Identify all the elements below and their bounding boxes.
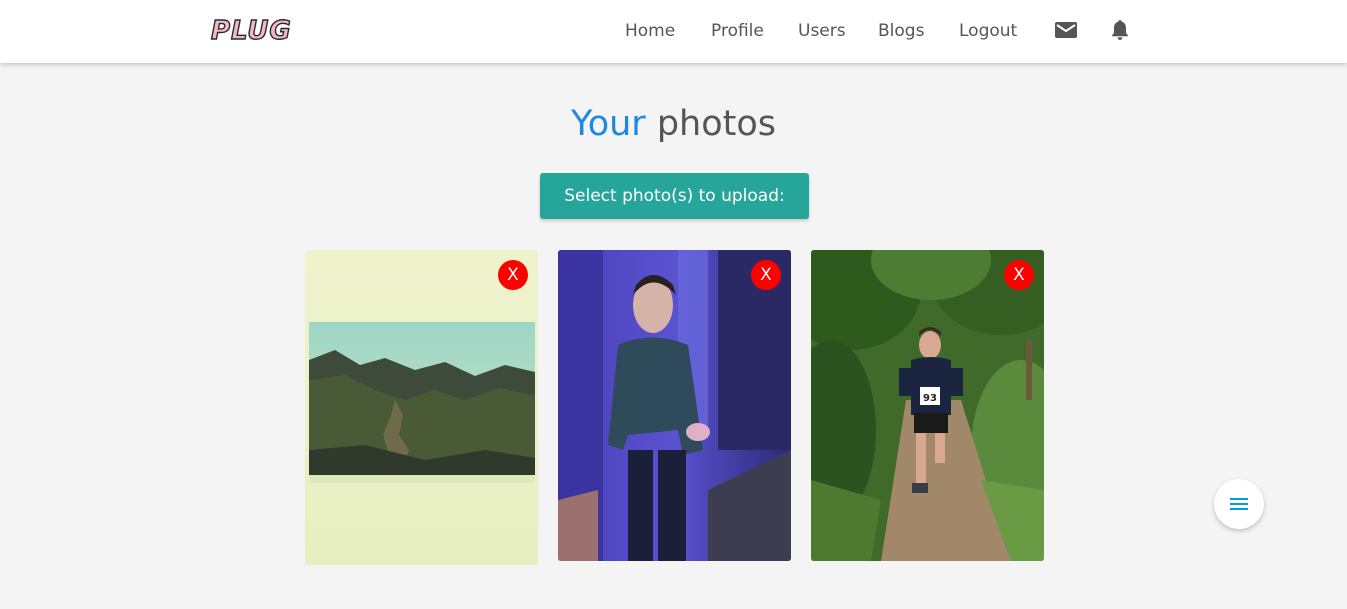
- nav-link-logout[interactable]: Logout: [959, 19, 1017, 43]
- photo-card[interactable]: X: [305, 250, 538, 565]
- bib-number: 93: [923, 393, 937, 404]
- photo-man-purple-light: [558, 250, 791, 561]
- page-title-accent: Your: [570, 104, 646, 144]
- menu-icon: [1230, 498, 1248, 510]
- delete-photo-button[interactable]: X: [751, 260, 781, 290]
- photo-card[interactable]: X: [558, 250, 791, 561]
- page-title-rest: photos: [656, 104, 777, 144]
- photo-landscape-painting: [305, 250, 538, 565]
- photo-card[interactable]: 93 X: [811, 250, 1044, 561]
- nav-link-home[interactable]: Home: [625, 19, 675, 43]
- menu-fab-button[interactable]: [1214, 479, 1264, 529]
- photo-trail-runner: 93: [811, 250, 1044, 561]
- nav-link-blogs[interactable]: Blogs: [878, 19, 924, 43]
- nav-link-users[interactable]: Users: [798, 19, 846, 43]
- brand-logo[interactable]: PLUG: [210, 14, 292, 48]
- page-title: Your photos: [0, 101, 1347, 147]
- bell-icon[interactable]: [1110, 19, 1130, 45]
- nav-link-profile[interactable]: Profile: [711, 19, 764, 43]
- mail-icon[interactable]: [1055, 20, 1077, 44]
- delete-photo-button[interactable]: X: [498, 260, 528, 290]
- top-navbar: PLUG Home Profile Users Blogs Logout: [0, 0, 1347, 63]
- delete-photo-button[interactable]: X: [1004, 260, 1034, 290]
- select-photos-upload-button[interactable]: Select photo(s) to upload:: [540, 173, 809, 219]
